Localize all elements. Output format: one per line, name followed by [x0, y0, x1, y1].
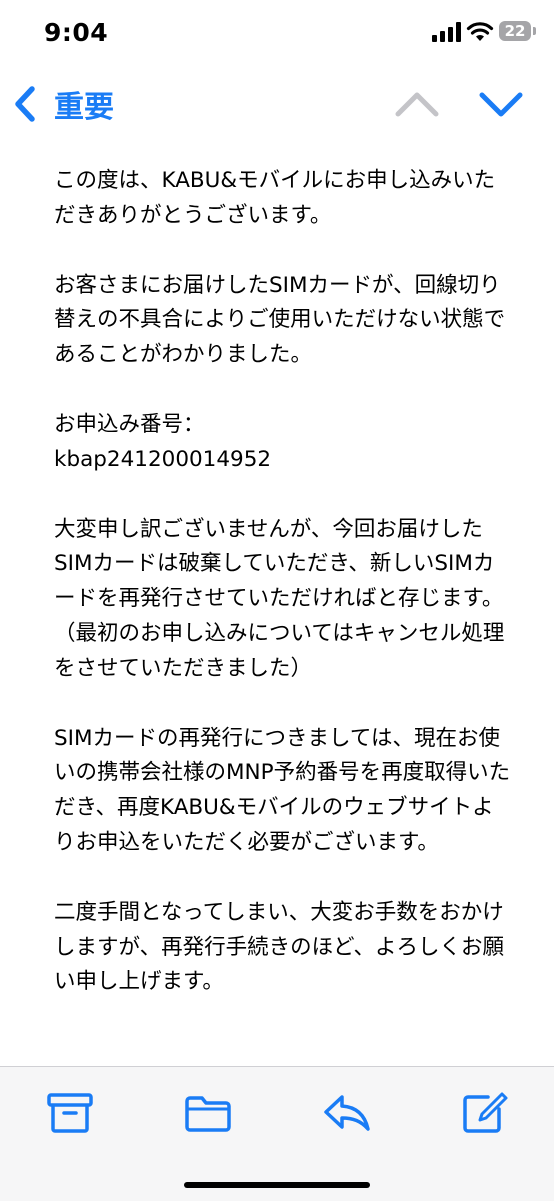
cellular-signal-icon — [432, 22, 461, 42]
battery-level: 22 — [499, 21, 531, 41]
message-paragraph: お客さまにお届けしたSIMカードが、回線切り替えの不具合によりご使用いただけない… — [54, 272, 506, 368]
back-label: 重要 — [54, 90, 114, 125]
chevron-down-icon[interactable] — [476, 86, 526, 122]
reply-button[interactable] — [322, 1091, 372, 1135]
message-paragraph: この度は、KABU&モバイルにお申し込みいただきありがとうございます。 — [54, 168, 496, 228]
back-button[interactable]: 重要 — [10, 66, 114, 142]
bottom-toolbar — [0, 1066, 554, 1201]
message-paragraph: 二度手間となってしまい、大変お手数をおかけしますが、再発行手続きのほど、よろしく… — [54, 899, 504, 995]
message-body: この度は、KABU&モバイルにお申し込みいただきありがとうございます。 お客さま… — [54, 164, 514, 1035]
chevron-up-icon[interactable] — [392, 86, 442, 122]
battery-icon: 22 — [499, 21, 539, 43]
chevron-left-icon — [15, 86, 35, 122]
home-indicator — [184, 1182, 370, 1188]
move-to-folder-button[interactable] — [183, 1091, 233, 1135]
compose-button[interactable] — [460, 1091, 510, 1135]
message-paragraph: SIMカードの再発行につきましては、現在お使いの携帯会社様のMNP予約番号を再度… — [54, 725, 511, 855]
status-time: 9:04 — [44, 18, 109, 47]
compose-icon — [463, 1092, 508, 1133]
battery-tip — [533, 27, 536, 35]
wifi-icon — [466, 22, 494, 41]
archive-button[interactable] — [45, 1091, 95, 1135]
message-paragraph: 大変申し訳ございませんが、今回お届けしたSIMカードは破棄していただき、新しいS… — [54, 516, 505, 681]
archive-box-icon — [47, 1093, 93, 1133]
application-number: お申込み番号： kbap241200014952 — [54, 411, 272, 472]
folder-icon — [185, 1096, 231, 1132]
nav-bar: 重要 — [0, 66, 554, 142]
reply-arrow-icon — [324, 1095, 370, 1131]
status-bar: 9:04 22 — [0, 0, 554, 66]
